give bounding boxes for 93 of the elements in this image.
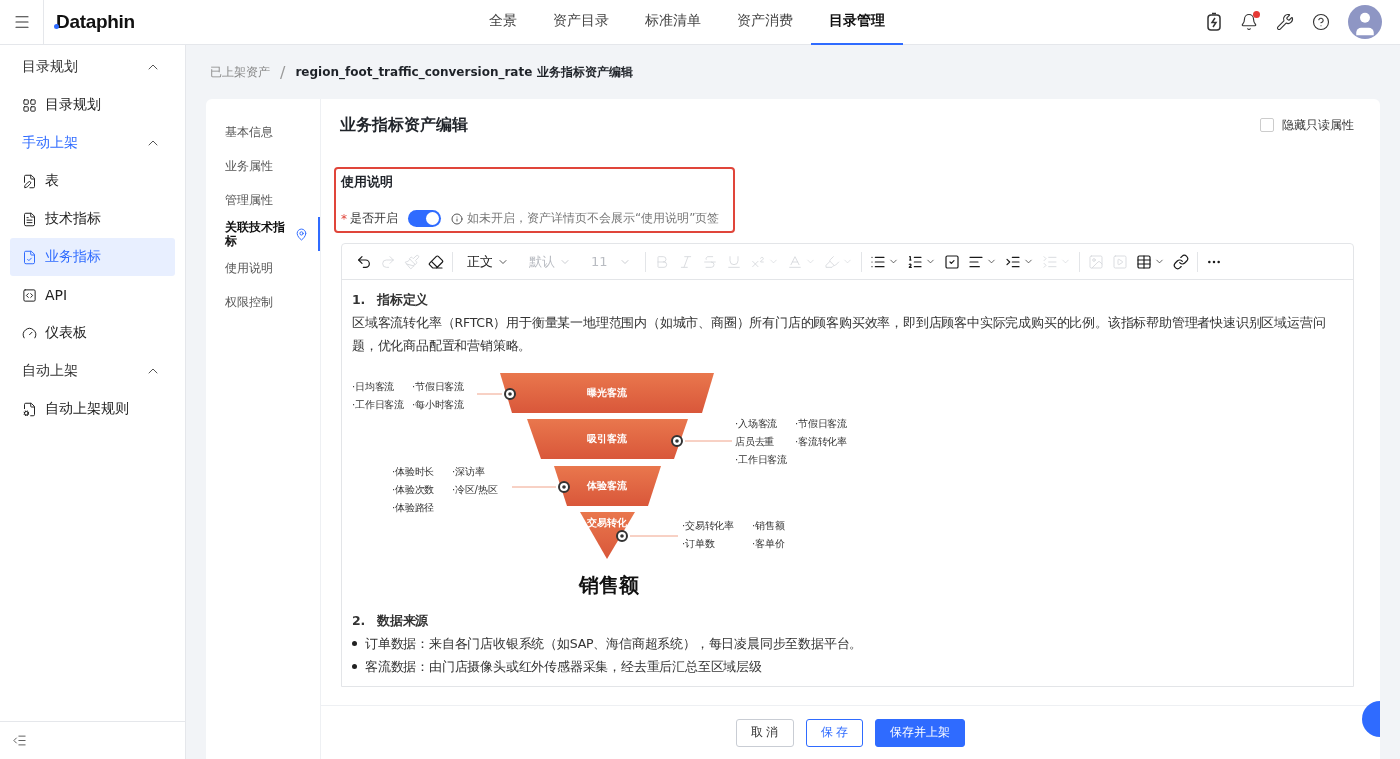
tag-label: ·客单价	[752, 538, 785, 549]
page-title: 业务指标资产编辑	[340, 114, 468, 136]
tag-label: ·订单数	[682, 538, 715, 549]
sidebar-item[interactable]: 目录规划	[10, 86, 175, 124]
nav-tab[interactable]: 资产消费	[718, 0, 811, 45]
anchor-link[interactable]: 关联技术指标	[206, 217, 320, 251]
checkbox[interactable]	[1260, 118, 1274, 132]
nav-tab[interactable]: 资产目录	[534, 0, 627, 45]
tag-label: ·交易转化率	[682, 520, 734, 531]
document-icon	[22, 173, 37, 189]
connector	[671, 435, 733, 447]
nav-tab[interactable]: 全景	[470, 0, 535, 45]
breadcrumb-item: region_foot_traffic_conversion_rate 业务指标资产编辑	[295, 63, 633, 81]
sidebar-group[interactable]: 目录规划	[0, 48, 185, 86]
anchor-link[interactable]: 业务属性	[206, 149, 320, 183]
tag-label: ·每小时客流	[412, 399, 464, 410]
undo-icon[interactable]	[356, 253, 372, 270]
help-icon[interactable]	[1312, 13, 1330, 31]
battery-bolt-icon[interactable]	[1206, 12, 1222, 32]
tag-label: ·入场客流	[735, 418, 778, 429]
tag-label: ·体验路径	[392, 502, 435, 513]
tag-label: ·体验时长	[392, 466, 435, 477]
tag-label: ·客流转化率	[795, 436, 847, 447]
info-icon	[451, 212, 463, 225]
sidebar-item[interactable]: 业务指标	[10, 238, 175, 276]
logo[interactable]: Dataphin	[56, 11, 135, 33]
hint-text: 如未开启，资产详情页不会展示“使用说明”页签	[467, 210, 720, 227]
sidebar-item[interactable]: API	[10, 276, 175, 314]
location-pin-icon	[295, 227, 308, 241]
tag-label: ·工作日客流	[352, 399, 404, 410]
tag-label: ·深访率	[452, 466, 485, 477]
action-button[interactable]: 取 消	[735, 718, 794, 747]
grid-icon	[22, 97, 37, 113]
format-select[interactable]: 正文	[461, 252, 515, 271]
gauge-icon	[22, 325, 37, 341]
numbered-list-icon[interactable]	[907, 253, 936, 270]
link-icon[interactable]	[1173, 253, 1189, 270]
section-title: 使用说明	[341, 173, 394, 191]
menu-icon[interactable]	[12, 13, 31, 31]
stage-label: 吸引客流	[587, 433, 627, 444]
sidebar-item[interactable]: 仪表板	[10, 314, 175, 352]
bullet-icon	[352, 664, 357, 669]
checkbox-label: 隐藏只读属性	[1282, 116, 1354, 134]
wrench-icon[interactable]	[1276, 13, 1294, 31]
sidebar-group[interactable]: 自动上架	[0, 352, 185, 390]
bullet-text: 订单数据：来自各门店收银系统（如SAP、海信商超系统），每日凌晨同步至数据平台。	[365, 635, 863, 653]
notification-icon[interactable]	[1240, 13, 1258, 31]
breadcrumb-separator: /	[280, 62, 286, 82]
bullet-text: 客流数据：由门店摄像头或红外传感器采集，经去重后汇总至区域层级	[365, 658, 762, 676]
action-button[interactable]: 保存并上架	[875, 718, 966, 747]
document-icon	[22, 211, 37, 227]
tag-label: ·冷区/热区	[452, 484, 498, 495]
required-mark: *	[341, 211, 347, 226]
list-number: 2.	[352, 612, 366, 630]
checkbox-list-icon[interactable]	[944, 253, 960, 270]
sidebar-item[interactable]: 技术指标	[10, 200, 175, 238]
document-icon	[22, 249, 37, 265]
tag-label: ·工作日客流	[735, 454, 787, 465]
avatar[interactable]	[1348, 5, 1382, 39]
tag-label: ·日均客流	[352, 381, 395, 392]
stage-label: 体验客流	[587, 480, 627, 491]
connector	[476, 388, 516, 400]
field-label: 是否开启	[350, 210, 398, 227]
stage-label: 交易转化	[587, 517, 627, 528]
section-heading: 指标定义	[377, 291, 429, 309]
nav-tab[interactable]: 标准清单	[626, 0, 719, 45]
sidebar-item[interactable]: 表	[10, 162, 175, 200]
anchor-link[interactable]: 基本信息	[206, 115, 320, 149]
collapse-icon[interactable]	[12, 733, 27, 748]
stage-label: 曝光客流	[587, 387, 627, 398]
connector	[511, 481, 570, 493]
document-icon	[22, 401, 37, 417]
sidebar-item[interactable]: 自动上架规则	[10, 390, 175, 428]
action-button[interactable]: 保 存	[805, 718, 864, 747]
funnel-result: 销售额	[579, 573, 639, 597]
paragraph: 区域客流转化率（RFTCR）用于衡量某一地理范围内（如城市、商圈）所有门店的顾客购买效率，即到店顾客中实际完成购买的比例。该指标帮助管理者快速识别区域运营问题，优化商品配置和营销策略。	[352, 314, 1327, 355]
tag-label: ·体验次数	[392, 484, 435, 495]
code-icon	[22, 287, 37, 303]
anchor-link[interactable]: 权限控制	[206, 285, 320, 319]
tag-label: ·节假日客流	[412, 381, 464, 392]
tag-label: 店员去重	[735, 436, 775, 447]
sidebar-group[interactable]: 手动上架	[0, 124, 185, 162]
bullet-icon	[352, 641, 357, 646]
anchor-link[interactable]: 使用说明	[206, 251, 320, 285]
list-number: 1.	[352, 291, 366, 309]
toggle-switch[interactable]	[408, 210, 441, 227]
tag-label: ·销售额	[752, 520, 785, 531]
section-heading: 数据来源	[377, 612, 429, 630]
connector	[616, 530, 679, 542]
eraser-icon[interactable]	[428, 253, 444, 270]
anchor-link[interactable]: 管理属性	[206, 183, 320, 217]
table-icon[interactable]	[1136, 253, 1165, 270]
tag-label: ·节假日客流	[795, 418, 847, 429]
